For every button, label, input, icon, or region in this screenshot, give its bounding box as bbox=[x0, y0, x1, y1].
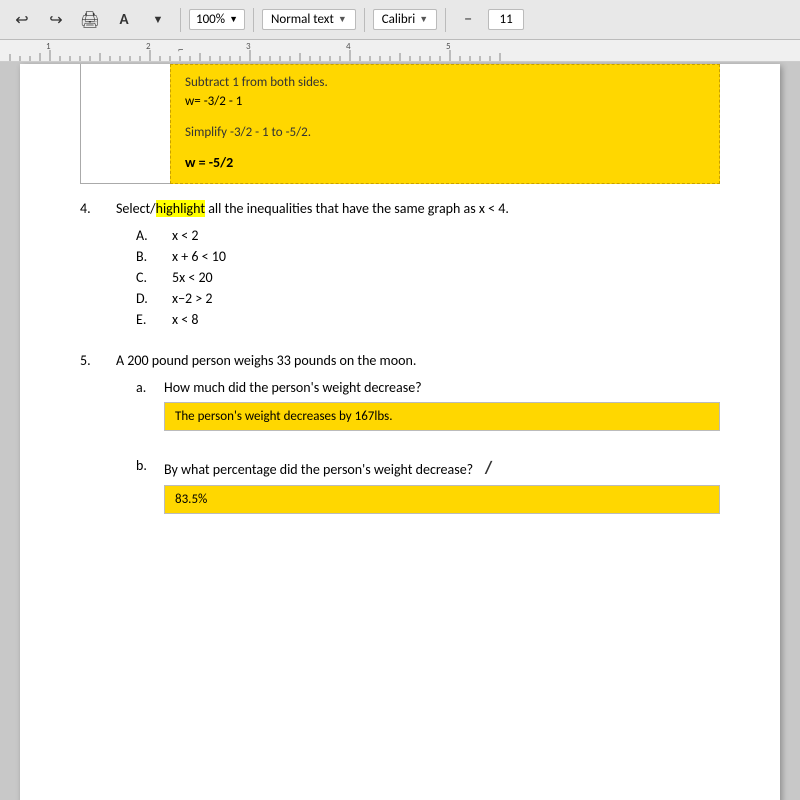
choice-d-letter: D. bbox=[136, 290, 156, 307]
choice-a-letter: A. bbox=[136, 227, 156, 244]
q5-sub-a-letter: a. bbox=[136, 379, 164, 441]
top-box-line1: Subtract 1 from both sides. bbox=[185, 75, 705, 90]
top-box-line2: w= -3/2 - 1 bbox=[185, 94, 705, 109]
choice-a: A. x < 2 bbox=[136, 227, 720, 244]
choice-c-expr: 5x < 20 bbox=[172, 269, 213, 286]
redo-icon: ↪ bbox=[49, 10, 62, 30]
choice-b: B. x + 6 < 10 bbox=[136, 248, 720, 265]
font-arrow: ▼ bbox=[419, 14, 428, 25]
divider-3 bbox=[364, 8, 365, 32]
redo-button[interactable]: ↪ bbox=[42, 6, 70, 34]
top-box-line4: w = -5/2 bbox=[185, 154, 705, 171]
document-area: Subtract 1 from both sides. w= -3/2 - 1 … bbox=[0, 62, 800, 800]
q4-text-after: all the inequalities that have the same … bbox=[205, 200, 479, 217]
q5-sub-a: a. How much did the person's weight decr… bbox=[136, 379, 720, 441]
q5-sub-a-answer: The person's weight decreases by 167lbs. bbox=[175, 409, 393, 424]
q5-sub-a-content: How much did the person's weight decreas… bbox=[164, 379, 720, 441]
font-size-input[interactable]: 11 bbox=[488, 9, 524, 30]
q5-sub-b-answer-box[interactable]: 83.5% bbox=[164, 485, 720, 514]
style-arrow: ▼ bbox=[338, 14, 347, 25]
font-dropdown[interactable]: Calibri ▼ bbox=[373, 9, 437, 30]
q5-sub-b-letter: b. bbox=[136, 457, 164, 514]
toolbar: ↩ ↪ 🖨 A ▼ 100% ▼ Normal text ▼ Calibri ▼… bbox=[0, 0, 800, 40]
q5-sub-a-answer-box[interactable]: The person's weight decreases by 167lbs. bbox=[164, 402, 720, 431]
zoom-value: 100% bbox=[196, 12, 225, 27]
divider-1 bbox=[180, 8, 181, 32]
undo-icon: ↩ bbox=[15, 10, 28, 30]
print-button[interactable]: 🖨 bbox=[76, 6, 104, 34]
zoom-dropdown[interactable]: 100% ▼ bbox=[189, 9, 245, 30]
q5-text: A 200 pound person weighs 33 pounds on t… bbox=[116, 352, 720, 369]
q5-sub-b-answer-partial: 83.5% bbox=[175, 492, 207, 507]
divider-4 bbox=[445, 8, 446, 32]
q4-text-before: Select/ bbox=[116, 200, 156, 217]
choice-e: E. x < 8 bbox=[136, 311, 720, 328]
svg-text:3: 3 bbox=[246, 41, 251, 52]
q4-period: . bbox=[505, 200, 509, 217]
ruler: 1 2 3 4 bbox=[0, 40, 800, 62]
q4-highlight-word: highlight bbox=[156, 200, 205, 217]
q4-math-expr: x < 4 bbox=[479, 200, 505, 217]
font-size-minus-icon: − bbox=[464, 10, 472, 29]
q5-sub-a-text: How much did the person's weight decreas… bbox=[164, 379, 720, 396]
choice-d: D. x−2 > 2 bbox=[136, 290, 720, 307]
q5-sub-b-content: By what percentage did the person's weig… bbox=[164, 457, 720, 514]
q4-content: Select/highlight all the inequalities th… bbox=[116, 200, 720, 332]
choice-e-expr: x < 8 bbox=[172, 311, 198, 328]
page: Subtract 1 from both sides. w= -3/2 - 1 … bbox=[20, 64, 780, 800]
q5-sub-b-text: By what percentage did the person's weig… bbox=[164, 457, 720, 479]
q4-choices: A. x < 2 B. x + 6 < 10 C. 5x < 20 D. x−2… bbox=[136, 227, 720, 328]
divider-2 bbox=[253, 8, 254, 32]
q5-number: 5. bbox=[80, 352, 116, 524]
font-size-value: 11 bbox=[500, 12, 513, 27]
choice-b-letter: B. bbox=[136, 248, 156, 265]
font-label: Calibri bbox=[382, 12, 415, 27]
choice-c-letter: C. bbox=[136, 269, 156, 286]
top-yellow-box: Subtract 1 from both sides. w= -3/2 - 1 … bbox=[170, 64, 720, 184]
choice-e-letter: E. bbox=[136, 311, 156, 328]
print-icon: 🖨 bbox=[80, 10, 100, 30]
left-border bbox=[80, 64, 170, 184]
q5-sub-b-text-label: By what percentage did the person's weig… bbox=[164, 461, 473, 478]
svg-text:2: 2 bbox=[146, 41, 151, 52]
svg-text:1: 1 bbox=[46, 41, 51, 52]
prev-answer-section: Subtract 1 from both sides. w= -3/2 - 1 … bbox=[80, 64, 720, 184]
font-size-minus-button[interactable]: − bbox=[454, 6, 482, 34]
style-dropdown[interactable]: Normal text ▼ bbox=[262, 9, 356, 30]
top-box-line3: Simplify -3/2 - 1 to -5/2. bbox=[185, 125, 705, 140]
choice-a-expr: x < 2 bbox=[172, 227, 198, 244]
style-label: Normal text bbox=[271, 12, 334, 27]
q5-sub-b: b. By what percentage did the person's w… bbox=[136, 457, 720, 514]
font-style-button[interactable]: A bbox=[110, 6, 138, 34]
svg-text:5: 5 bbox=[446, 41, 451, 52]
undo-button[interactable]: ↩ bbox=[8, 6, 36, 34]
question-4-block: 4. Select/highlight all the inequalities… bbox=[80, 200, 720, 332]
pointer-icon: ▼ bbox=[153, 13, 164, 26]
q4-number: 4. bbox=[80, 200, 116, 332]
choice-c: C. 5x < 20 bbox=[136, 269, 720, 286]
q5-content: A 200 pound person weighs 33 pounds on t… bbox=[116, 352, 720, 524]
q4-text: Select/highlight all the inequalities th… bbox=[116, 200, 720, 217]
svg-text:4: 4 bbox=[346, 41, 351, 52]
choice-d-expr: x−2 > 2 bbox=[172, 290, 213, 307]
choice-b-expr: x + 6 < 10 bbox=[172, 248, 226, 265]
text-cursor-icon: 𝐼 bbox=[484, 457, 489, 479]
font-style-icon: A bbox=[119, 11, 128, 29]
pointer-button[interactable]: ▼ bbox=[144, 6, 172, 34]
question-5-block: 5. A 200 pound person weighs 33 pounds o… bbox=[80, 352, 720, 524]
zoom-arrow: ▼ bbox=[229, 14, 238, 25]
